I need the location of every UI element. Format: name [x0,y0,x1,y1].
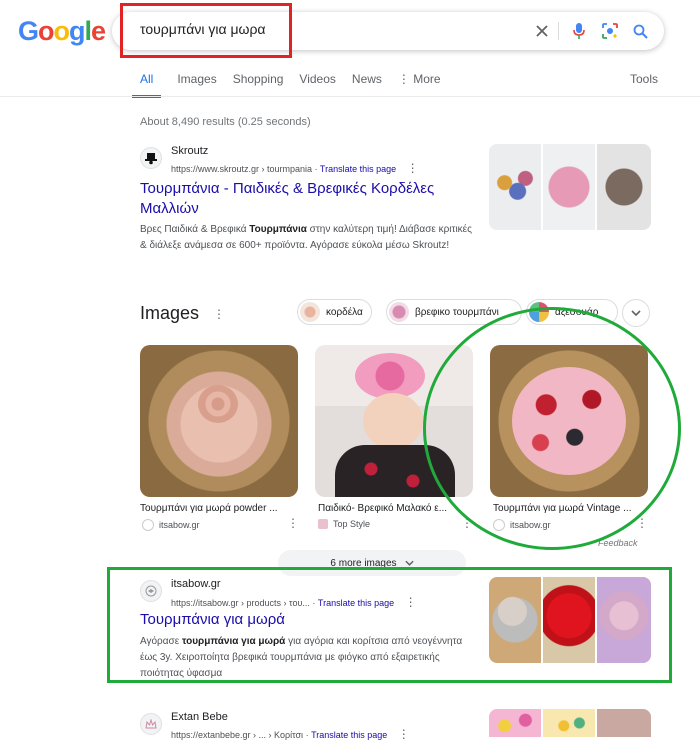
tab-all[interactable]: All [132,72,162,98]
chip-kordela[interactable]: κορδέλα [297,299,372,325]
tab-images[interactable]: Images [177,72,216,98]
search-icon[interactable] [630,21,650,41]
chips-expand-button[interactable] [622,299,650,327]
thumbnail-image[interactable] [489,144,541,230]
result-title-link[interactable]: Τουρμπάνια - Παιδικές & Βρεφικές Κορδέλε… [140,179,480,219]
tab-news[interactable]: News [352,72,382,98]
result-site-name: Skroutz [171,145,209,157]
chip-thumbnail-icon [389,302,409,322]
logo-letter: o [38,16,54,46]
image-source-label: Top Style [333,519,371,529]
microphone-icon[interactable] [569,21,589,41]
logo-letter: o [53,16,70,46]
images-section-title: Images [140,303,200,323]
tab-videos[interactable]: Videos [299,72,335,98]
header-divider [0,96,700,97]
result-thumbnails[interactable] [489,709,651,737]
flower-decoration [198,385,238,423]
image-source[interactable]: itsabow.gr [142,519,200,531]
more-options-icon[interactable]: ⋮ [407,161,419,175]
thumbnail-image[interactable] [543,144,595,230]
camera-lens-icon[interactable] [600,21,620,41]
translate-link[interactable]: Translate this page [311,730,387,740]
chip-label: κορδέλα [326,306,363,318]
tab-more-label: More [413,72,441,86]
result-title-line: Μαλλιών [140,200,199,217]
baby-face [363,393,423,449]
chip-thumbnail-icon [300,302,320,322]
search-divider [558,22,559,40]
logo-letter: e [91,16,106,46]
result-url[interactable]: https://www.skroutz.gr › tourmpania · Tr… [171,161,419,175]
result-site-name: Extan Bebe [171,711,228,723]
logo-letter: G [18,16,39,46]
tab-shopping[interactable]: Shopping [233,72,284,98]
clear-icon[interactable] [532,21,552,41]
highlight-box-green [107,567,672,683]
tools-button[interactable]: Tools [630,72,658,86]
source-favicon-icon [318,519,328,529]
google-logo[interactable]: Google [18,16,106,47]
result-url-text: https://extanbebe.gr › ... › Κορίτσι [171,730,304,740]
image-source-label: itsabow.gr [159,520,200,530]
result-title-line: Τουρμπάνια - Παιδικές & Βρεφικές Κορδέλε… [140,180,435,197]
result-url-text: https://www.skroutz.gr › tourmpania [171,164,313,174]
more-options-icon[interactable]: ⋮ [398,727,410,741]
image-more-icon[interactable]: ⋮ [287,516,299,530]
chevron-down-icon [404,560,414,566]
result-thumbnails[interactable] [489,144,651,230]
skroutz-favicon [140,147,162,169]
image-caption[interactable]: Παιδικό- Βρεφικό Μαλακό ε... [318,503,468,514]
image-result-card[interactable] [140,345,298,497]
image-source[interactable]: Top Style [318,519,370,529]
logo-letter: g [69,16,85,46]
more-dots-icon: ⋮ [397,72,414,86]
images-more-icon[interactable]: ⋮ [213,307,225,321]
extanbebe-favicon [140,713,162,735]
thumbnail-image[interactable] [597,144,651,230]
chip-label: βρεφικο τουρμπάνι [415,306,499,318]
result-stats: About 8,490 results (0.25 seconds) [140,116,311,128]
highlight-box-red [120,3,292,58]
tab-more[interactable]: ⋮ More [398,72,441,98]
highlight-circle-green [423,307,681,550]
result-snippet: Βρες Παιδικά & Βρεφικά Τουρμπάνια στην κ… [140,224,472,251]
source-favicon-icon [142,519,154,531]
result-url[interactable]: https://extanbebe.gr › ... › Κορίτσι · T… [171,727,410,741]
thumbnail-image[interactable] [543,709,595,737]
search-tabs: All Images Shopping Videos News ⋮ More [132,72,457,98]
translate-link[interactable]: Translate this page [320,164,396,174]
thumbnail-image[interactable] [489,709,541,737]
chevron-down-icon [631,310,641,316]
image-caption[interactable]: Τουρμπάνι για μωρά powder ... [140,503,298,514]
thumbnail-image[interactable] [597,709,651,737]
